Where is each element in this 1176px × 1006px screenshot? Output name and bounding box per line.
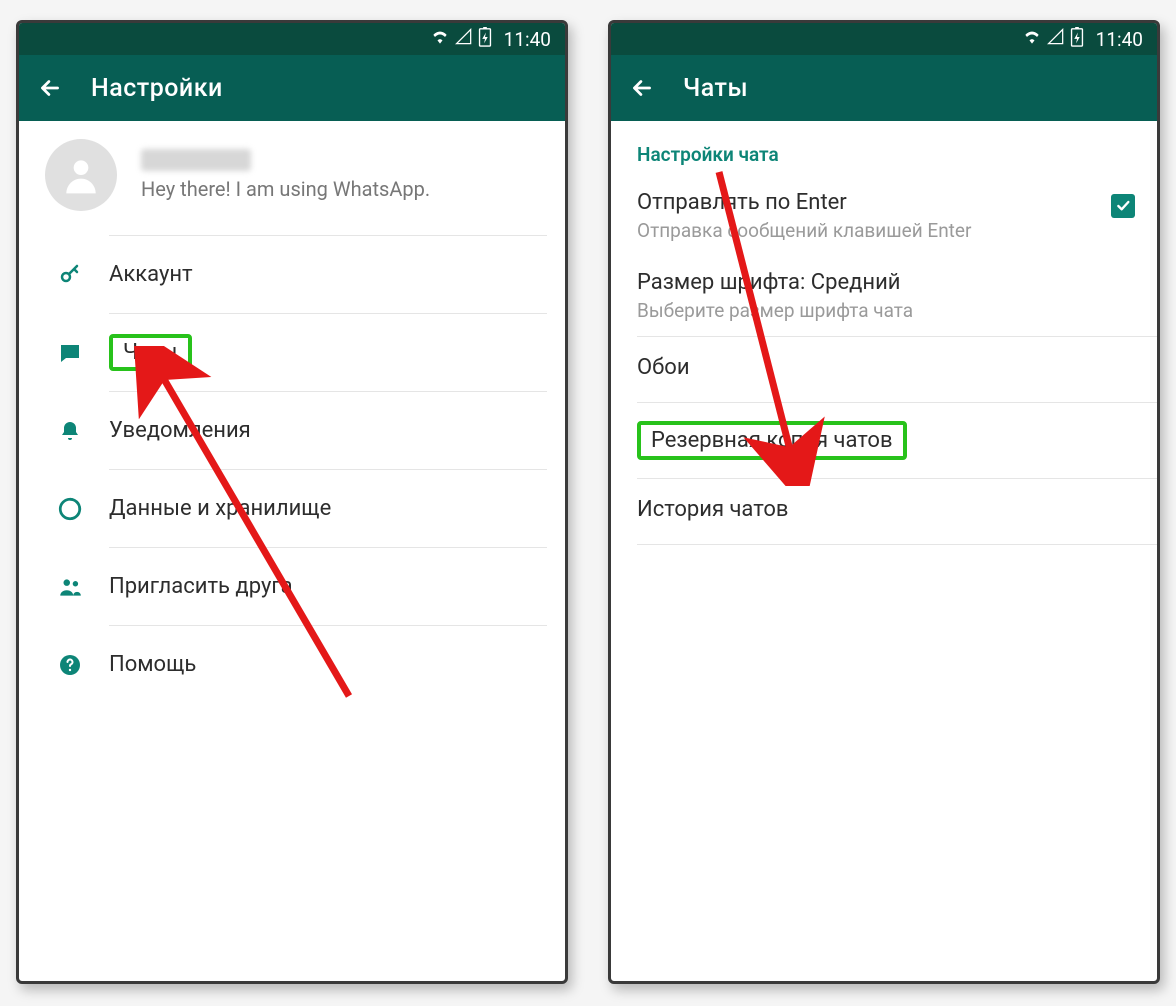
app-bar: Настройки bbox=[19, 55, 565, 121]
chat-setting-enter[interactable]: Отправлять по Enter Отправка сообщений к… bbox=[611, 176, 1157, 256]
back-icon[interactable] bbox=[629, 75, 655, 101]
checkbox-checked-icon[interactable] bbox=[1111, 194, 1135, 218]
setting-primary: История чатов bbox=[637, 497, 789, 522]
profile-name-blurred bbox=[141, 149, 251, 171]
settings-label: Чаты bbox=[123, 340, 178, 365]
wifi-icon bbox=[430, 27, 450, 51]
status-bar: 11:40 bbox=[611, 23, 1157, 55]
screenshot-settings: 11:40 Настройки Hey there! I am using Wh… bbox=[16, 20, 568, 984]
setting-secondary: Выберите размер шрифта чата bbox=[637, 299, 913, 322]
chat-setting-backup[interactable]: Резервная копия чатов bbox=[611, 403, 1157, 478]
settings-label: Пригласить друга bbox=[109, 574, 293, 599]
settings-label: Помощь bbox=[109, 652, 196, 677]
setting-primary: Резервная копия чатов bbox=[651, 428, 893, 453]
profile-row[interactable]: Hey there! I am using WhatsApp. bbox=[19, 121, 565, 235]
status-time: 11:40 bbox=[504, 28, 551, 51]
settings-item-data[interactable]: Данные и хранилище bbox=[109, 469, 547, 547]
back-icon[interactable] bbox=[37, 75, 63, 101]
settings-item-notifications[interactable]: Уведомления bbox=[109, 391, 547, 469]
key-icon bbox=[55, 260, 85, 290]
setting-primary: Обои bbox=[637, 355, 690, 380]
bell-icon bbox=[55, 416, 85, 446]
settings-item-invite[interactable]: Пригласить друга bbox=[109, 547, 547, 625]
divider bbox=[637, 544, 1157, 545]
people-icon bbox=[55, 572, 85, 602]
battery-icon bbox=[1070, 27, 1084, 51]
settings-item-chats[interactable]: Чаты bbox=[109, 313, 547, 391]
chat-setting-history[interactable]: История чатов bbox=[611, 479, 1157, 544]
data-icon bbox=[55, 494, 85, 524]
page-title: Настройки bbox=[91, 74, 223, 103]
settings-label: Аккаунт bbox=[109, 262, 193, 287]
chat-icon bbox=[55, 338, 85, 368]
app-bar: Чаты bbox=[611, 55, 1157, 121]
setting-primary: Отправлять по Enter bbox=[637, 190, 971, 215]
battery-icon bbox=[478, 27, 492, 51]
chat-setting-wallpaper[interactable]: Обои bbox=[611, 337, 1157, 402]
setting-secondary: Отправка сообщений клавишей Enter bbox=[637, 219, 971, 242]
settings-item-account[interactable]: Аккаунт bbox=[109, 235, 547, 313]
status-time: 11:40 bbox=[1096, 28, 1143, 51]
highlight-chats: Чаты bbox=[109, 334, 192, 371]
profile-status: Hey there! I am using WhatsApp. bbox=[141, 177, 430, 201]
setting-primary: Размер шрифта: Средний bbox=[637, 270, 913, 295]
chat-setting-font[interactable]: Размер шрифта: Средний Выберите размер ш… bbox=[611, 256, 1157, 336]
settings-label: Данные и хранилище bbox=[109, 496, 331, 521]
wifi-icon bbox=[1022, 27, 1042, 51]
signal-icon bbox=[454, 27, 474, 51]
page-title: Чаты bbox=[683, 74, 748, 103]
status-bar: 11:40 bbox=[19, 23, 565, 55]
settings-label: Уведомления bbox=[109, 418, 251, 443]
signal-icon bbox=[1046, 27, 1066, 51]
avatar bbox=[45, 139, 117, 211]
screenshot-chats: 11:40 Чаты Настройки чата Отправлять по … bbox=[608, 20, 1160, 984]
highlight-backup: Резервная копия чатов bbox=[637, 421, 907, 460]
settings-item-help[interactable]: Помощь bbox=[109, 625, 547, 703]
help-icon bbox=[55, 650, 85, 680]
section-header: Настройки чата bbox=[611, 121, 1157, 176]
